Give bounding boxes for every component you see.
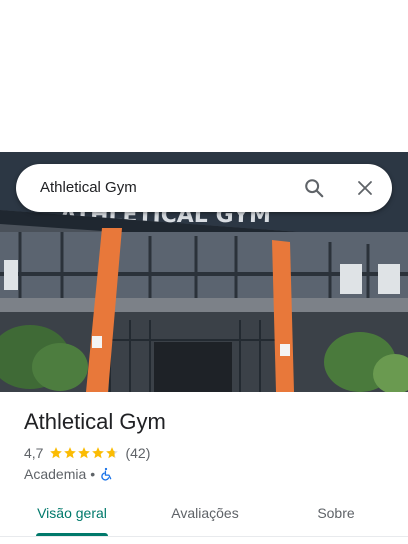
- place-tabs: Visão geral Avaliações Sobre: [0, 496, 408, 536]
- meta-separator: •: [90, 466, 96, 482]
- star-icon: [92, 447, 105, 459]
- star-icon: [64, 447, 77, 459]
- search-input[interactable]: Athletical Gym: [40, 164, 137, 212]
- tab-reviews[interactable]: Avaliações: [164, 496, 246, 536]
- review-count: (42): [125, 445, 151, 461]
- wheelchair-icon: [101, 467, 112, 481]
- tab-overview[interactable]: Visão geral: [30, 496, 114, 536]
- place-title: Athletical Gym: [24, 409, 166, 434]
- rating-value: 4,7: [24, 445, 44, 461]
- tabs-divider: [0, 536, 408, 537]
- search-bar[interactable]: Athletical Gym: [16, 164, 392, 212]
- star-half-icon: [106, 447, 119, 459]
- place-category: Academia: [24, 466, 87, 482]
- star-icon: [50, 447, 63, 459]
- tab-about[interactable]: Sobre: [310, 496, 362, 536]
- search-icon: [305, 179, 324, 198]
- star-icon: [78, 447, 91, 459]
- rating-row[interactable]: 4,7 (42): [24, 443, 150, 463]
- place-meta-row: Academia •: [24, 464, 113, 484]
- blank-header-area: [0, 0, 408, 152]
- rating-stars: [49, 446, 119, 460]
- close-icon: [358, 181, 372, 195]
- search-button[interactable]: [298, 172, 330, 204]
- clear-search-button[interactable]: [349, 172, 381, 204]
